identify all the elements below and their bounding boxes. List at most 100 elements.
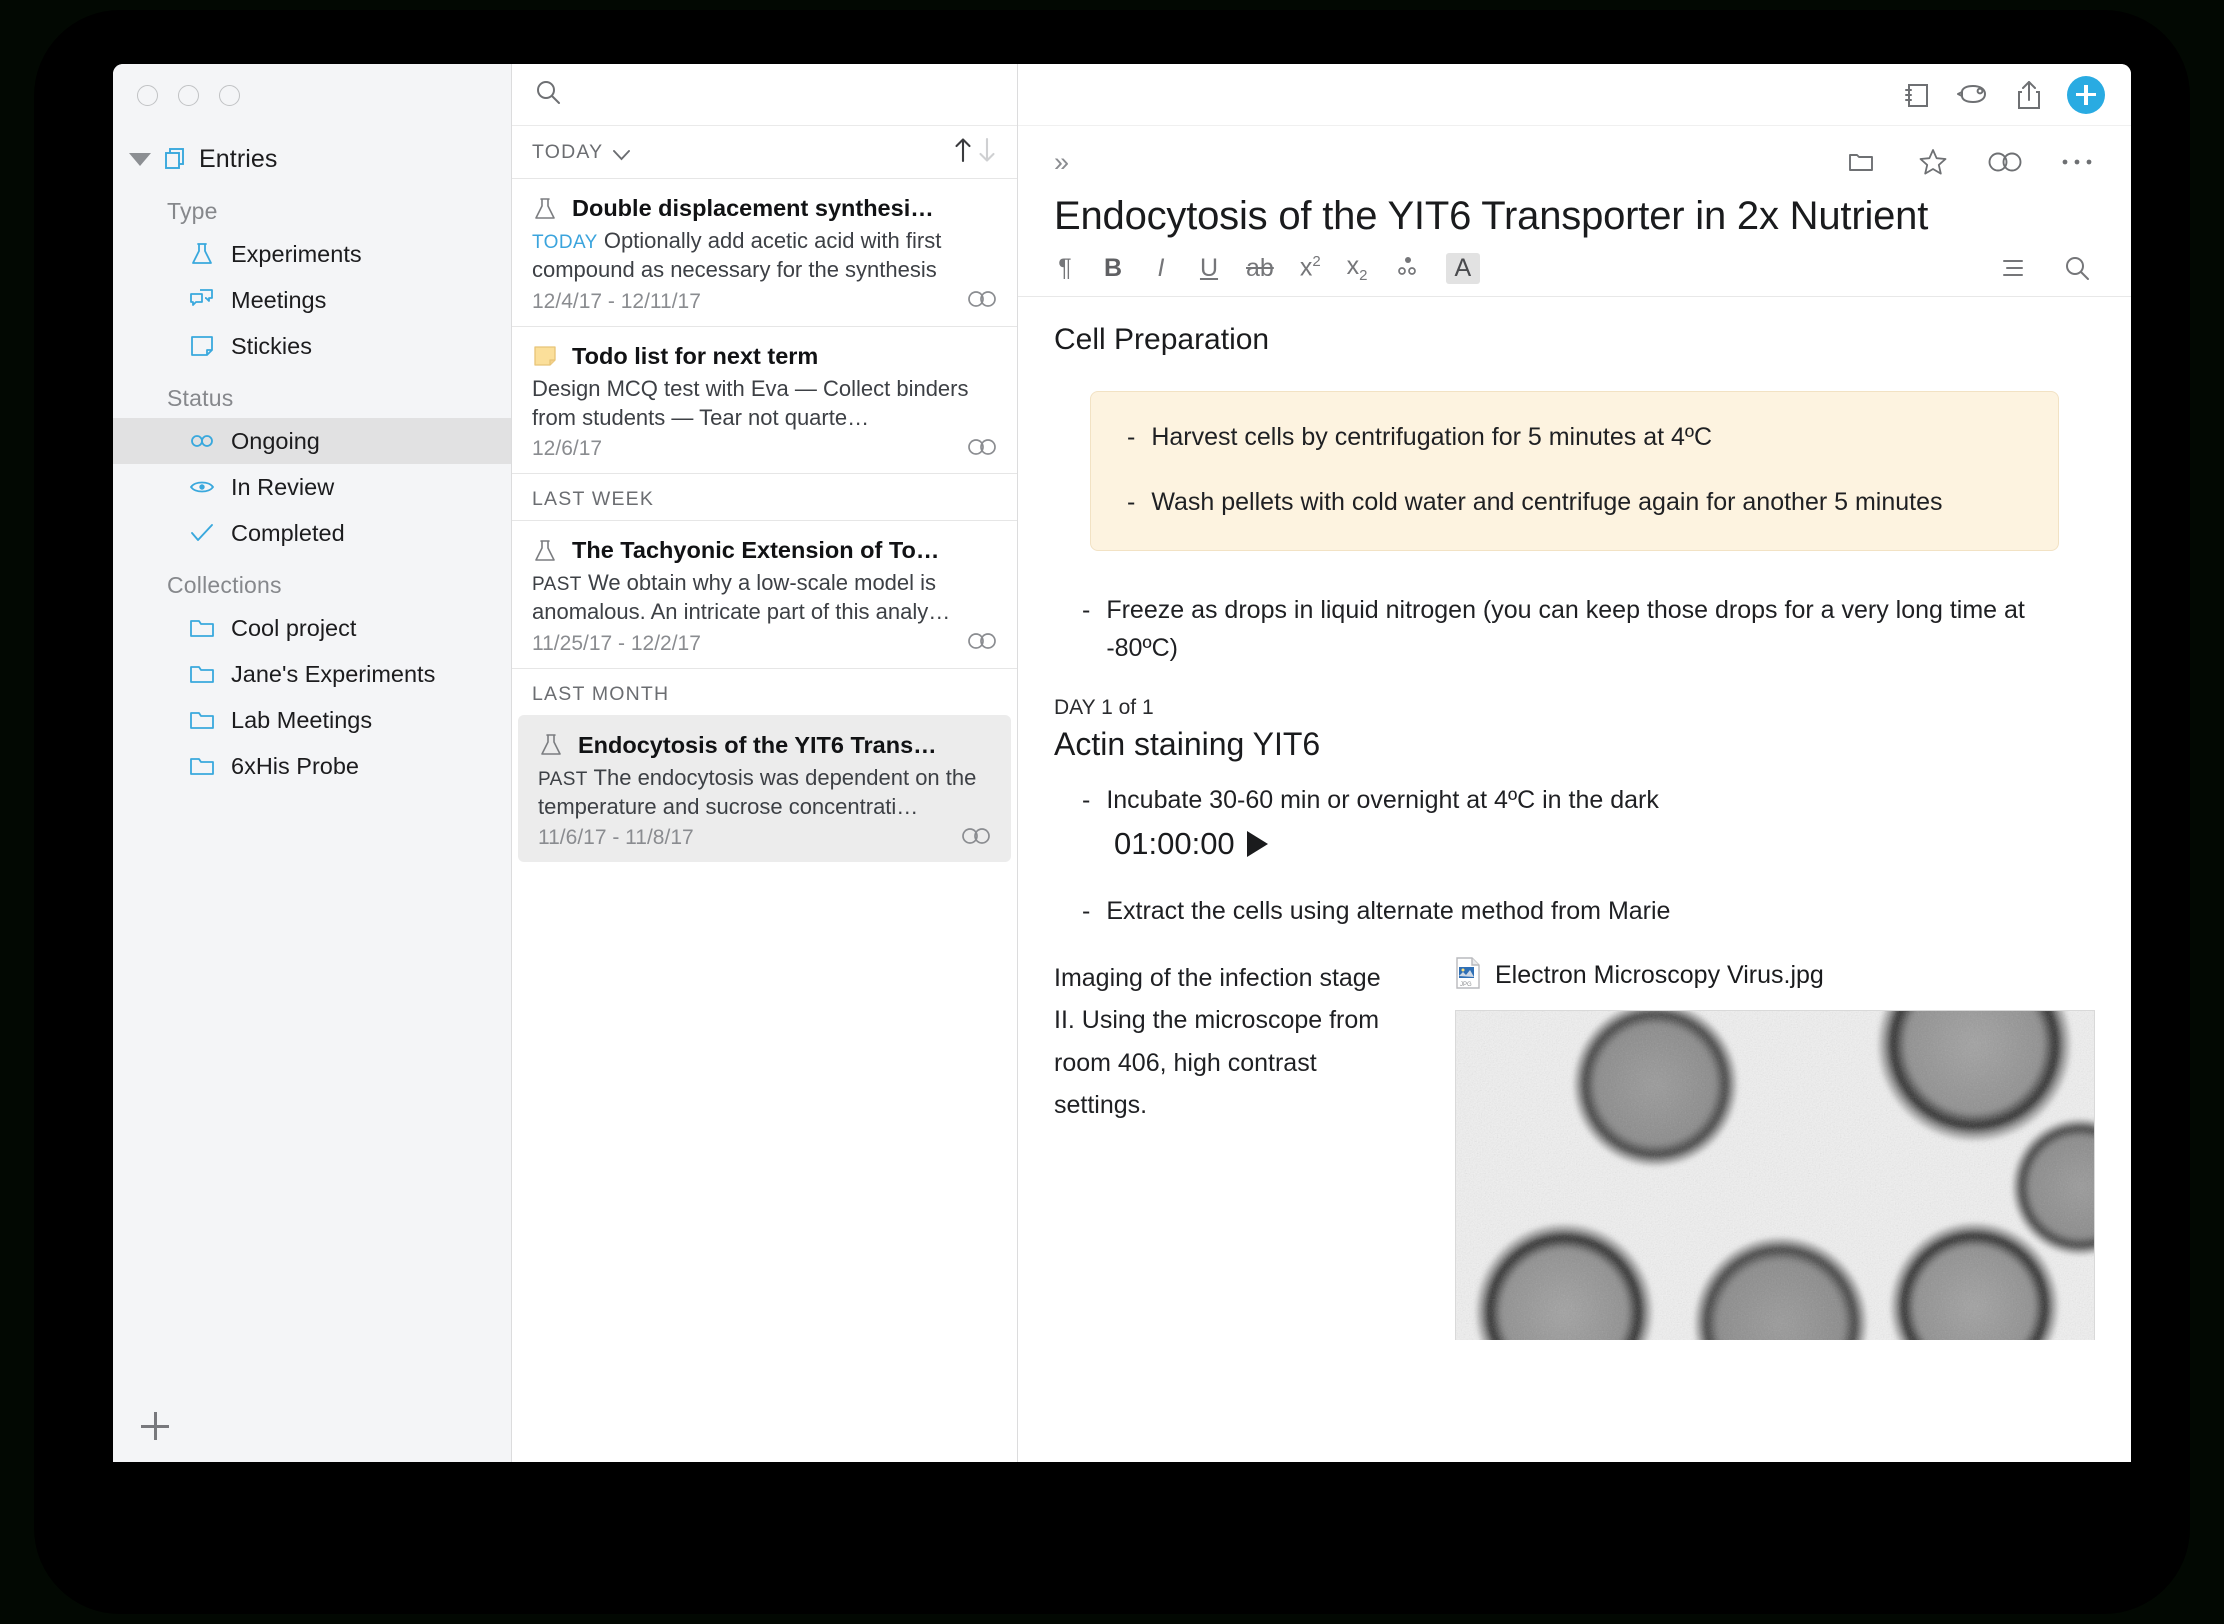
flask-icon [189, 241, 215, 267]
subscript-button[interactable]: x2 [1347, 252, 1368, 284]
list-item[interactable]: Double displacement synthesi… TODAY Opti… [512, 178, 1017, 326]
text-color-button[interactable]: A [1445, 252, 1481, 284]
sidebar-item-meetings[interactable]: Meetings [113, 277, 511, 323]
list-item-title: Endocytosis of the YIT6 Trans… [578, 731, 937, 758]
list-section-heading: LAST WEEK [512, 473, 1017, 520]
sidebar-item-label: Cool project [231, 614, 357, 641]
callout-bullet: - Harvest cells by centrifugation for 5 … [1127, 418, 2022, 457]
body-bullet: - Freeze as drops in liquid nitrogen (yo… [1082, 591, 2095, 669]
section-heading: Cell Preparation [1054, 323, 1270, 356]
folder-icon [189, 615, 215, 641]
bullet-dash: - [1082, 896, 1091, 925]
list-item-snippet: PAST We obtain why a low-scale model is … [532, 568, 997, 627]
mouse-icon[interactable] [1955, 77, 1991, 113]
list-item-date: 12/4/17 - 12/11/17 [532, 289, 701, 313]
superscript-button[interactable]: x2 [1300, 253, 1321, 282]
list-header: TODAY [512, 126, 1017, 178]
star-icon[interactable] [1915, 144, 1951, 180]
sticky-note-icon [532, 343, 558, 369]
day-heading: Actin staining YIT6 [1054, 726, 1321, 762]
sidebar-item-janes-experiments[interactable]: Jane's Experiments [113, 651, 511, 697]
list-item-snippet: Design MCQ test with Eva — Collect binde… [532, 375, 969, 430]
list-section-heading: LAST MONTH [512, 667, 1017, 715]
sidebar-item-6xhis-probe[interactable]: 6xHis Probe [113, 743, 511, 789]
infinity-icon [967, 290, 997, 313]
add-entry-button[interactable] [2067, 75, 2105, 114]
sidebar-item-experiments[interactable]: Experiments [113, 231, 511, 277]
bullet-text: Extract the cells using alternate method… [1106, 896, 1671, 925]
speech-bubbles-icon [189, 287, 215, 313]
list-item[interactable]: Endocytosis of the YIT6 Trans… PAST The … [518, 714, 1011, 863]
sidebar-item-ongoing[interactable]: Ongoing [113, 418, 511, 464]
day-label: DAY 1 of 1 [1054, 696, 1154, 719]
close-button[interactable] [137, 84, 158, 106]
add-collection-button[interactable] [141, 1412, 169, 1440]
bottom-split: Imaging of the infection stage II. Using… [1054, 956, 2095, 1340]
entry-list: Double displacement synthesi… TODAY Opti… [512, 178, 1017, 863]
strikethrough-button[interactable]: ab [1246, 255, 1274, 281]
play-icon[interactable] [1246, 830, 1268, 857]
sidebar-item-cool-project[interactable]: Cool project [113, 605, 511, 651]
sidebar-item-lab-meetings[interactable]: Lab Meetings [113, 697, 511, 743]
minimize-button[interactable] [178, 84, 199, 106]
sidebar-item-completed[interactable]: Completed [113, 510, 511, 556]
sidebar-item-label: Meetings [231, 286, 327, 313]
attachment-preview-image[interactable] [1455, 1009, 2095, 1340]
more-icon[interactable] [2059, 144, 2095, 180]
paragraph-icon[interactable]: ¶ [1054, 255, 1076, 281]
bullet-dash: - [1082, 786, 1091, 814]
infinity-icon [961, 827, 991, 850]
zoom-button[interactable] [219, 84, 240, 106]
infinity-icon[interactable] [1987, 144, 2023, 180]
sidebar-item-label: Completed [231, 519, 345, 546]
window-controls [113, 64, 511, 126]
infinity-icon [967, 438, 997, 461]
list-item[interactable]: The Tachyonic Extension of To… PAST We o… [512, 520, 1017, 668]
bullet-text: Freeze as drops in liquid nitrogen (you … [1106, 595, 2025, 663]
sort-descending-button[interactable] [977, 136, 997, 169]
chevron-down-icon[interactable] [613, 148, 631, 160]
list-view-icon[interactable] [1995, 250, 2031, 286]
folder-icon [189, 753, 215, 779]
infinity-icon [189, 428, 215, 454]
list-item-title: Todo list for next term [572, 342, 819, 369]
search-in-note-icon[interactable] [2059, 250, 2095, 286]
sidebar-item-stickies[interactable]: Stickies [113, 323, 511, 369]
note-body[interactable]: Cell Preparation - Harvest cells by cent… [1018, 297, 2131, 1462]
eye-icon [189, 474, 215, 500]
sidebar: Entries Type Experiments Meetings Sticki… [113, 64, 512, 1462]
expand-pane-icon[interactable]: » [1054, 148, 1069, 176]
sort-ascending-button[interactable] [953, 136, 973, 169]
callout-bullet: - Wash pellets with cold water and centr… [1127, 483, 2022, 522]
list-item[interactable]: Todo list for next term Design MCQ test … [512, 325, 1017, 474]
attachment-filename[interactable]: Electron Microscopy Virus.jpg [1495, 961, 1824, 990]
italic-button[interactable]: I [1150, 255, 1172, 281]
folder-icon[interactable] [1843, 144, 1879, 180]
list-item-date: 11/25/17 - 12/2/17 [532, 631, 701, 655]
molecule-button[interactable] [1394, 253, 1420, 284]
sort-controls [953, 136, 997, 169]
app-window: Entries Type Experiments Meetings Sticki… [113, 64, 2131, 1462]
sidebar-item-label: 6xHis Probe [231, 752, 359, 779]
entries-icon [163, 146, 189, 172]
search-input[interactable] [576, 81, 906, 108]
sidebar-group-label-status: Status [167, 385, 234, 411]
disclosure-triangle-icon[interactable] [129, 152, 151, 166]
share-icon[interactable] [2011, 77, 2047, 113]
sidebar-item-label: Jane's Experiments [231, 660, 436, 687]
jpg-file-icon: JPG [1455, 956, 1481, 994]
bullet-text: Harvest cells by centrifugation for 5 mi… [1151, 423, 1713, 451]
bold-button[interactable]: B [1102, 255, 1124, 281]
page-title[interactable]: Endocytosis of the YIT6 Transporter in 2… [1054, 194, 2095, 238]
timer-value: 01:00:00 [1114, 825, 1235, 861]
underline-button[interactable]: U [1198, 255, 1220, 281]
sidebar-item-label: Lab Meetings [231, 706, 373, 733]
infinity-icon [967, 632, 997, 655]
search-bar[interactable] [512, 64, 1017, 126]
attachment-block: JPG Electron Microscopy Virus.jpg [1455, 956, 2095, 1340]
timer-widget[interactable]: 01:00:00 [1114, 826, 2095, 862]
sidebar-item-in-review[interactable]: In Review [113, 464, 511, 510]
sidebar-root-entries[interactable]: Entries [113, 136, 511, 182]
notebook-icon[interactable] [1899, 77, 1935, 113]
callout-box: - Harvest cells by centrifugation for 5 … [1090, 391, 2059, 551]
